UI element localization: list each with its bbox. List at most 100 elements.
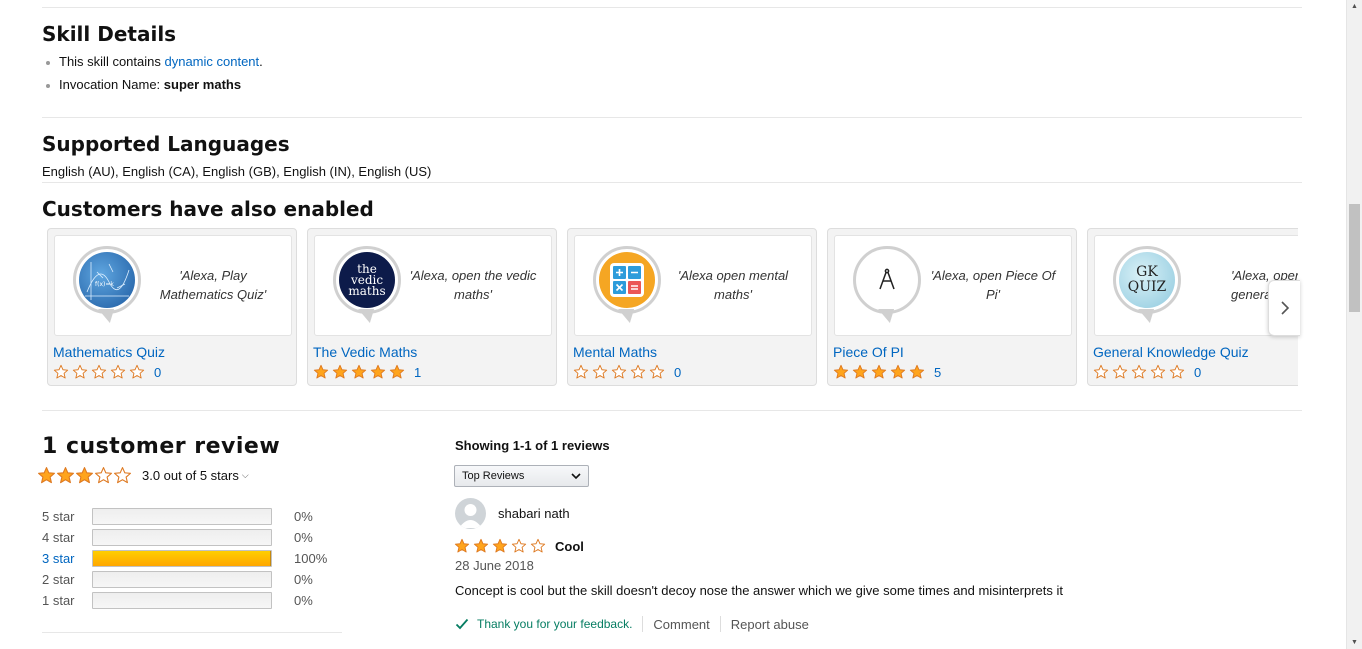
star-empty-icon [592, 364, 608, 379]
chevron-down-icon [571, 473, 581, 480]
histogram-row-4: 4 star 0% [42, 527, 334, 548]
star-filled-icon [890, 364, 906, 379]
histogram-percent: 0% [294, 572, 313, 587]
histogram-percent: 0% [294, 530, 313, 545]
carousel-next-button[interactable] [1268, 280, 1300, 336]
histogram-percent[interactable]: 100% [294, 551, 334, 566]
star-filled-icon [313, 364, 329, 379]
review-author[interactable]: shabari nath [455, 498, 570, 529]
skill-card[interactable]: the vedic maths 'Alexa, open the vedic m… [307, 228, 557, 386]
average-rating-text[interactable]: 3.0 out of 5 stars [142, 468, 239, 483]
chevron-down-icon[interactable]: ⌵ [242, 470, 249, 481]
languages-list: English (AU), English (CA), English (GB)… [42, 164, 432, 179]
skill-card-banner[interactable]: the vedic maths 'Alexa, open the vedic m… [314, 235, 552, 336]
divider [42, 410, 1302, 411]
gk-quiz-icon: GK QUIZ [1113, 246, 1181, 314]
review-header: Cool [454, 538, 584, 554]
feedback-message: Thank you for your feedback. [455, 617, 632, 631]
average-rating[interactable]: 3.0 out of 5 stars ⌵ [37, 466, 249, 485]
review-title[interactable]: Cool [555, 539, 584, 554]
skill-card-rating[interactable]: 0 [573, 364, 681, 380]
rating-count-link[interactable]: 0 [1194, 365, 1201, 380]
customer-review-count: 1 customer review [42, 434, 281, 459]
comment-link[interactable]: Comment [653, 617, 709, 632]
star-filled-icon [370, 364, 386, 379]
scroll-down-icon[interactable]: ▼ [1351, 639, 1358, 646]
scroll-up-icon[interactable]: ▲ [1351, 3, 1358, 10]
star-filled-icon [473, 538, 489, 553]
rating-histogram: 5 star 0% 4 star 0% 3 star 100% 2 star 0… [42, 506, 334, 611]
report-abuse-link[interactable]: Report abuse [731, 617, 809, 632]
star-empty-icon [611, 364, 627, 379]
calculator-icon [593, 246, 661, 314]
star-filled-icon [76, 467, 93, 484]
skill-card-banner[interactable]: 'Alexa open mental maths' [574, 235, 812, 336]
chevron-right-icon [1280, 301, 1289, 315]
review-body: Concept is cool but the skill doesn't de… [455, 583, 1063, 598]
skill-card-banner[interactable]: 'Alexa, open Piece Of Pi' [834, 235, 1072, 336]
histogram-label: 2 star [42, 572, 75, 587]
rating-count-link[interactable]: 1 [414, 365, 421, 380]
star-rating [313, 364, 408, 380]
histogram-bar [92, 592, 272, 609]
dynamic-content-link[interactable]: dynamic content [164, 54, 259, 69]
rating-count-link[interactable]: 5 [934, 365, 941, 380]
star-empty-icon [649, 364, 665, 379]
skill-card[interactable]: 'Alexa, open Piece Of Pi' Piece Of PI 5 [827, 228, 1077, 386]
histogram-bar[interactable] [92, 550, 272, 567]
star-filled-icon [852, 364, 868, 379]
showing-reviews-count: Showing 1-1 of 1 reviews [455, 438, 610, 453]
action-separator [719, 616, 721, 632]
histogram-row-3[interactable]: 3 star 100% [42, 548, 334, 569]
histogram-bar-fill [93, 551, 271, 566]
star-empty-icon [630, 364, 646, 379]
skill-card[interactable]: 'Alexa open mental maths' Mental Maths 0 [567, 228, 817, 386]
skill-details-heading: Skill Details [42, 22, 177, 46]
star-filled-icon [833, 364, 849, 379]
review-sort-select[interactable]: Top Reviews [454, 465, 589, 487]
rating-count-link[interactable]: 0 [674, 365, 681, 380]
review-star-rating [454, 538, 549, 554]
invocation-name: super maths [163, 77, 242, 92]
star-filled-icon [38, 467, 55, 484]
skill-card-title[interactable]: Mental Maths [573, 344, 657, 360]
rating-count-link[interactable]: 0 [154, 365, 161, 380]
feedback-text: Thank you for your feedback. [477, 617, 633, 631]
vedic-maths-icon-text: the vedic maths [348, 261, 386, 298]
star-filled-icon [351, 364, 367, 379]
histogram-label: 1 star [42, 593, 75, 608]
avatar [455, 498, 486, 529]
skill-card-title[interactable]: Mathematics Quiz [53, 344, 165, 360]
skill-card[interactable]: GK QUIZ 'Alexa, open general knowledge G… [1087, 228, 1298, 386]
invocation-item: Invocation Name: super maths [46, 76, 263, 99]
star-empty-icon [91, 364, 107, 379]
star-empty-icon [1169, 364, 1185, 379]
histogram-label-link[interactable]: 3 star [42, 551, 92, 566]
also-enabled-heading: Customers have also enabled [42, 197, 374, 221]
skill-card-title[interactable]: General Knowledge Quiz [1093, 344, 1249, 360]
skill-card-rating[interactable]: 5 [833, 364, 941, 380]
star-empty-icon [110, 364, 126, 379]
histogram-row-1: 1 star 0% [42, 590, 334, 611]
scrollbar-thumb[interactable] [1349, 204, 1360, 312]
skill-card-title[interactable]: The Vedic Maths [313, 344, 417, 360]
skill-card-rating[interactable]: 0 [1093, 364, 1201, 380]
page-scrollbar[interactable]: ▲ ▼ [1346, 0, 1362, 649]
invocation-label: Invocation Name: [59, 77, 164, 92]
gk-quiz-icon-text: GK QUIZ [1127, 264, 1167, 295]
star-empty-icon [1150, 364, 1166, 379]
star-empty-icon [573, 364, 589, 379]
reviewer-name[interactable]: shabari nath [498, 506, 570, 521]
action-separator [642, 616, 644, 632]
skill-card[interactable]: f(x)=k 'Alexa, Play Mathematics Quiz' Ma… [47, 228, 297, 386]
skill-page: Skill Details This skill contains dynami… [0, 0, 1346, 649]
skill-card-rating[interactable]: 0 [53, 364, 161, 380]
divider [42, 182, 1302, 183]
histogram-row-2: 2 star 0% [42, 569, 334, 590]
skill-card-title[interactable]: Piece Of PI [833, 344, 904, 360]
divider [42, 117, 1302, 118]
star-filled-icon [389, 364, 405, 379]
skill-card-quote: 'Alexa open mental maths' [677, 268, 789, 302]
skill-card-banner[interactable]: f(x)=k 'Alexa, Play Mathematics Quiz' [54, 235, 292, 336]
skill-card-rating[interactable]: 1 [313, 364, 421, 380]
